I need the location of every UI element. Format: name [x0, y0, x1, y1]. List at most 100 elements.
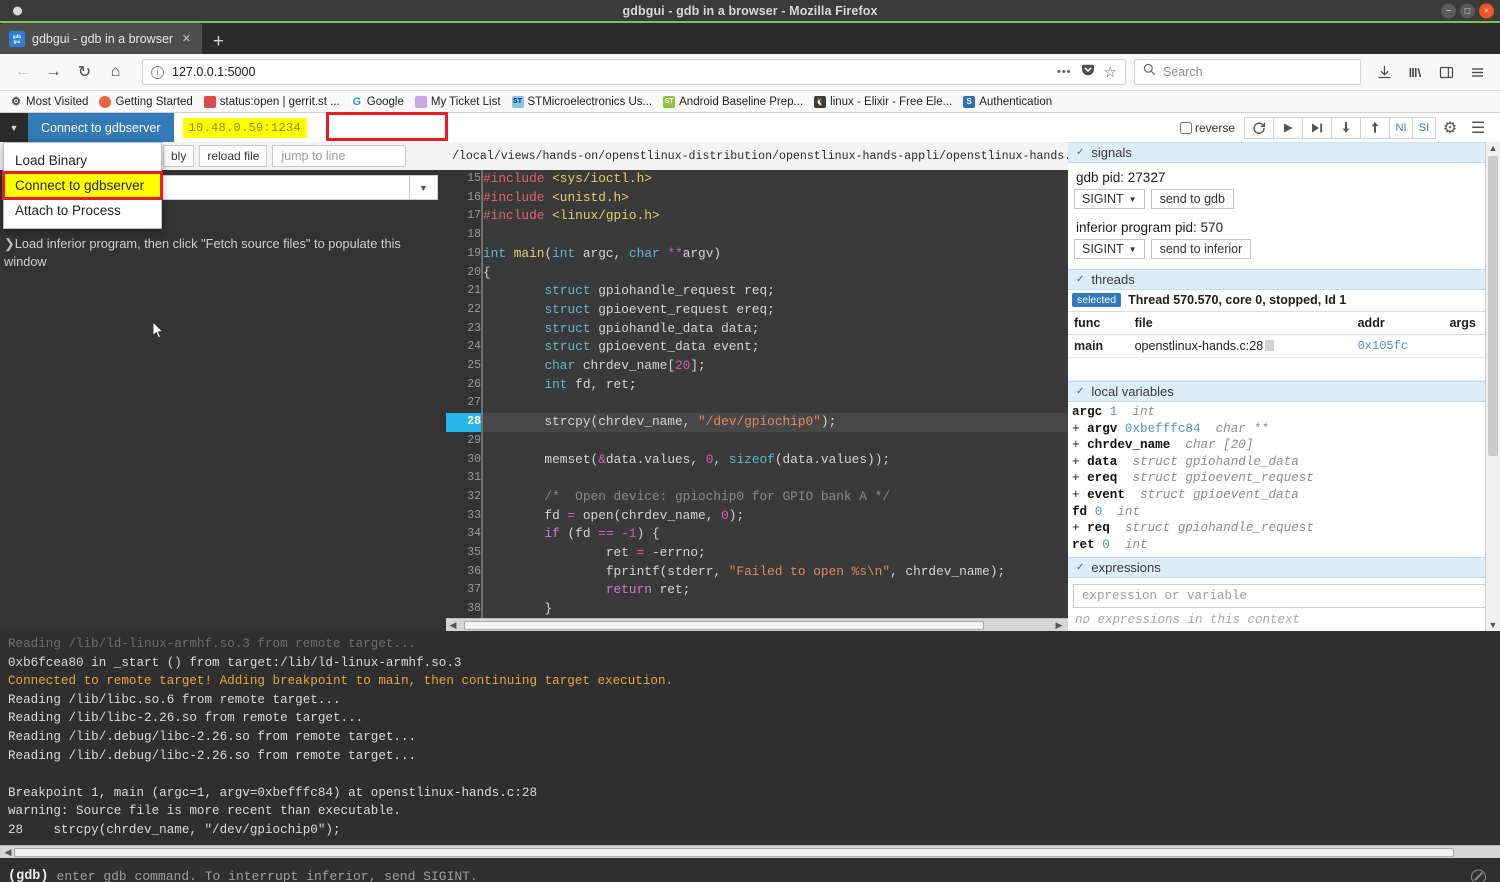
- code-line[interactable]: 37 return ret;: [446, 581, 1068, 601]
- library-icon[interactable]: [1401, 58, 1430, 87]
- code-line[interactable]: 18: [446, 226, 1068, 245]
- line-number[interactable]: 32: [446, 487, 483, 507]
- line-number[interactable]: 28: [446, 413, 483, 432]
- code-scroll-area[interactable]: 15 #include <sys/ioctl.h> 16 #include <unis…: [446, 170, 1068, 618]
- expand-toggle-icon[interactable]: +: [1072, 521, 1087, 535]
- line-number[interactable]: 31: [446, 469, 483, 488]
- send-to-gdb-button[interactable]: send to gdb: [1150, 189, 1234, 209]
- minimize-button[interactable]: −: [1441, 3, 1456, 18]
- code-line[interactable]: 38 }: [446, 600, 1068, 618]
- expand-toggle-icon[interactable]: +: [1072, 422, 1087, 436]
- gdb-command-input[interactable]: enter gdb command. To interrupt inferior…: [57, 869, 478, 882]
- scrollbar-thumb[interactable]: [464, 620, 984, 630]
- close-button[interactable]: ×: [1479, 3, 1494, 18]
- inferior-signal-select[interactable]: SIGINT ▼: [1074, 239, 1145, 259]
- gdb-console-output[interactable]: Reading /lib/ld-linux-armhf.so.3 from re…: [0, 631, 1500, 845]
- line-number[interactable]: 17: [446, 207, 483, 227]
- code-line[interactable]: 23 struct gpiohandle_data data;: [446, 319, 1068, 339]
- assembly-button[interactable]: bly: [163, 145, 195, 167]
- download-icon[interactable]: [1370, 58, 1399, 87]
- expressions-section-header[interactable]: ✓ expressions: [1068, 557, 1500, 579]
- code-line[interactable]: 36 fprintf(stderr, "Failed to open %s\n"…: [446, 562, 1068, 582]
- reverse-checkbox[interactable]: [1179, 121, 1192, 134]
- bookmark-item[interactable]: S Authentication: [959, 95, 1056, 109]
- code-line[interactable]: 22 struct gpioevent_request ereq;: [446, 300, 1068, 320]
- code-line[interactable]: 29: [446, 431, 1068, 451]
- line-number[interactable]: 16: [446, 188, 483, 208]
- code-line[interactable]: 28 strcpy(chrdev_name, "/dev/gpiochip0")…: [446, 413, 1068, 432]
- code-line[interactable]: 21 struct gpiohandle_request req;: [446, 282, 1068, 301]
- line-number[interactable]: 37: [446, 581, 483, 601]
- forward-button[interactable]: →: [39, 58, 68, 87]
- line-number[interactable]: 24: [446, 338, 483, 358]
- bookmark-item[interactable]: G Google: [347, 95, 408, 109]
- local-variable-row[interactable]: ret 0 int: [1072, 537, 1496, 554]
- threads-section-header[interactable]: ✓ threads: [1068, 269, 1500, 290]
- code-line[interactable]: 31: [446, 469, 1068, 488]
- line-number[interactable]: 22: [446, 300, 483, 320]
- menu-icon[interactable]: [1463, 58, 1492, 87]
- step-instruction-button[interactable]: SI: [1412, 116, 1436, 139]
- code-line[interactable]: 20{: [446, 263, 1068, 283]
- console-horizontal-scrollbar[interactable]: ◀: [0, 845, 1500, 858]
- restart-button[interactable]: [1244, 116, 1274, 139]
- scroll-left-icon[interactable]: ◀: [446, 620, 460, 631]
- back-button[interactable]: ←: [8, 58, 37, 87]
- scroll-left-icon[interactable]: ◀: [1, 847, 15, 858]
- menu-item-attach-to-process[interactable]: Attach to Process: [4, 198, 161, 223]
- code-horizontal-scrollbar[interactable]: ◀ ▶: [446, 618, 1068, 631]
- line-number[interactable]: 21: [446, 282, 483, 301]
- menu-item-load-binary[interactable]: Load Binary: [4, 148, 161, 173]
- scroll-right-icon[interactable]: ▶: [1052, 620, 1066, 631]
- code-line[interactable]: 15 #include <sys/ioctl.h>: [446, 170, 1068, 189]
- code-line[interactable]: 24 struct gpioevent_data event;: [446, 338, 1068, 358]
- code-line[interactable]: 25 char chrdev_name[20];: [446, 357, 1068, 376]
- code-line[interactable]: 26 int fd, ret;: [446, 375, 1068, 395]
- settings-gear-icon[interactable]: ⚙: [1436, 115, 1464, 141]
- line-number[interactable]: 35: [446, 544, 483, 563]
- bookmark-item[interactable]: 🐧 linux - Elixir - Free Ele...: [810, 95, 956, 109]
- line-number[interactable]: 38: [446, 600, 483, 618]
- code-line[interactable]: 19 int main(int argc, char **argv): [446, 244, 1068, 264]
- bookmark-item[interactable]: My Ticket List: [411, 95, 505, 109]
- send-to-inferior-button[interactable]: send to inferior: [1150, 239, 1252, 259]
- bookmark-item[interactable]: Getting Started: [95, 95, 196, 109]
- line-number[interactable]: 33: [446, 506, 483, 526]
- file-search-dropdown-icon[interactable]: ▼: [410, 175, 438, 200]
- expand-toggle-icon[interactable]: +: [1072, 455, 1087, 469]
- pocket-icon[interactable]: [1081, 63, 1095, 82]
- signals-section-header[interactable]: ✓ signals: [1068, 142, 1500, 163]
- code-line[interactable]: 35 ret = -errno;: [446, 544, 1068, 563]
- step-out-button[interactable]: [1360, 116, 1390, 139]
- console-scrollbar-thumb[interactable]: [14, 848, 1454, 857]
- right-scrollbar-thumb[interactable]: [1488, 156, 1498, 456]
- gdb-signal-select[interactable]: SIGINT ▼: [1074, 189, 1145, 209]
- line-number[interactable]: 18: [446, 226, 483, 245]
- home-button[interactable]: ⌂: [101, 58, 130, 87]
- menu-item-connect-to-gdbserver[interactable]: Connect to gdbserver: [2, 171, 163, 200]
- gdb-command-prompt[interactable]: (gdb) enter gdb command. To interrupt in…: [0, 858, 1500, 882]
- line-number[interactable]: 23: [446, 319, 483, 339]
- local-variable-row[interactable]: + ereq struct gpioevent_request: [1072, 470, 1496, 487]
- bookmark-item[interactable]: ⚙ Most Visited: [6, 95, 92, 109]
- local-variable-row[interactable]: argc 1 int: [1072, 404, 1496, 421]
- thread-summary-row[interactable]: selected Thread 570.570, core 0, stopped…: [1068, 290, 1500, 311]
- target-address-field[interactable]: 10.48.0.59:1234: [173, 112, 1172, 142]
- local-variable-row[interactable]: + req struct gpiohandle_request: [1072, 520, 1496, 537]
- line-number[interactable]: 36: [446, 562, 483, 582]
- local-variable-row[interactable]: fd 0 int: [1072, 504, 1496, 521]
- connect-dropdown-menu[interactable]: Load Binary Connect to gdbserver Attach …: [2, 142, 163, 229]
- browser-tab[interactable]: gdb gui gdbgui - gdb in a browser ×: [0, 23, 202, 54]
- line-number[interactable]: 19: [446, 244, 483, 264]
- code-line[interactable]: 30 memset(&data.values, 0, sizeof(data.v…: [446, 450, 1068, 470]
- code-line[interactable]: 32 /* Open device: gpiochip0 for GPIO ba…: [446, 487, 1068, 507]
- hamburger-icon[interactable]: ☰: [1464, 115, 1492, 141]
- scroll-up-icon[interactable]: ▲: [1489, 143, 1498, 153]
- code-line[interactable]: 27: [446, 394, 1068, 414]
- line-number[interactable]: 30: [446, 450, 483, 470]
- line-number[interactable]: 26: [446, 375, 483, 395]
- line-number[interactable]: 20: [446, 263, 483, 283]
- local-variable-row[interactable]: + chrdev_name char [20]: [1072, 437, 1496, 454]
- reload-file-button[interactable]: reload file: [199, 145, 268, 167]
- page-actions-icon[interactable]: •••: [1057, 66, 1072, 78]
